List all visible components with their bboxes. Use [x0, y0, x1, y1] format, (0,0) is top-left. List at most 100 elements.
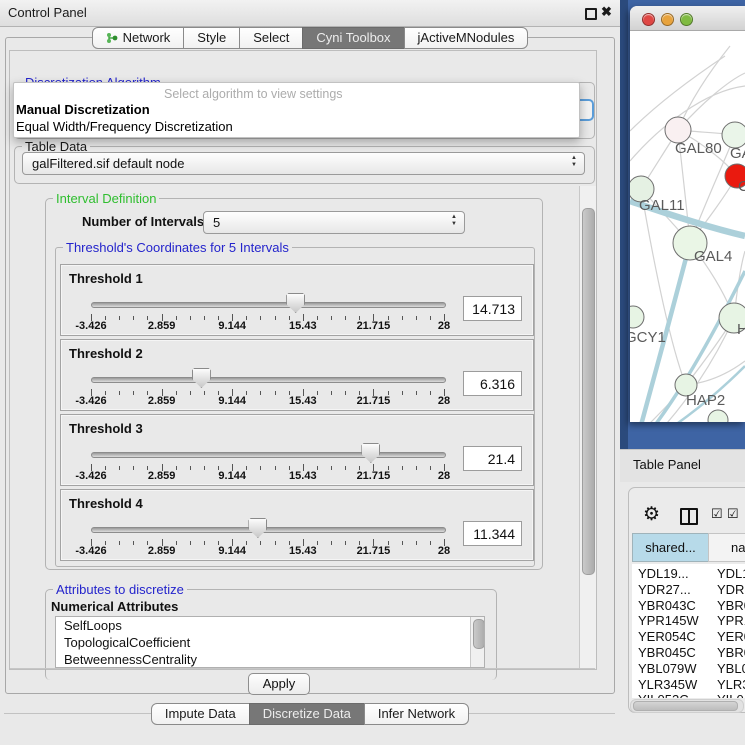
tick-label: 15.43: [289, 470, 317, 482]
separator-line: [10, 668, 595, 669]
threshold-panel-3: Threshold 3-3.4262.8599.14415.4321.71528…: [60, 414, 534, 486]
table-row[interactable]: YER054CYER0: [632, 629, 745, 645]
threshold-value-field[interactable]: 11.344: [463, 521, 522, 546]
apply-button[interactable]: Apply: [248, 673, 310, 695]
slider-track[interactable]: [91, 527, 446, 533]
minimize-traffic-light-icon[interactable]: [661, 13, 674, 26]
attributes-scrollbar-thumb[interactable]: [473, 619, 485, 649]
tab-jactivemnodules[interactable]: jActiveMNodules: [404, 27, 529, 49]
cell-name: YBR0: [717, 598, 745, 613]
slider-tick: [331, 391, 332, 395]
column-header-shared[interactable]: shared...: [632, 533, 709, 562]
node-label: GA: [730, 145, 745, 162]
tab-style[interactable]: Style: [183, 27, 240, 49]
table-panel-title: Table Panel: [633, 457, 701, 472]
list-item[interactable]: BetweennessCentrality: [56, 651, 484, 668]
close-traffic-light-icon[interactable]: [642, 13, 655, 26]
gear-icon[interactable]: ⚙: [643, 503, 660, 526]
threshold-panel-4: Threshold 4-3.4262.8599.14415.4321.71528…: [60, 489, 534, 561]
slider-track[interactable]: [91, 377, 446, 383]
slider-thumb[interactable]: [248, 518, 267, 538]
cell-shared-name: YBL079W: [638, 661, 697, 676]
tick-label: 2.859: [148, 320, 176, 332]
attributes-list-scrollbar[interactable]: [470, 617, 484, 667]
table-horizontal-scrollbar[interactable]: [630, 699, 744, 713]
table-row[interactable]: YBR045CYBR0: [632, 645, 745, 661]
tab-infer-network[interactable]: Infer Network: [364, 703, 469, 725]
slider-tick: [190, 316, 191, 320]
control-panel-titlebar[interactable]: [0, 0, 620, 27]
threshold-value-field[interactable]: 21.4: [463, 446, 522, 471]
threshold-label: Threshold 4: [69, 496, 143, 511]
threshold-value-field[interactable]: 14.713: [463, 296, 522, 321]
table-scrollbar-thumb[interactable]: [633, 701, 738, 711]
cell-name: YLR3: [717, 677, 745, 692]
list-item[interactable]: TopologicalCoefficient: [56, 634, 484, 651]
tab-discretize-data[interactable]: Discretize Data: [249, 703, 365, 725]
network-node[interactable]: [708, 410, 728, 422]
tick-label: 9.144: [218, 545, 246, 557]
slider-tick: [416, 316, 417, 320]
slider-thumb[interactable]: [192, 368, 211, 388]
network-window[interactable]: GAL80GACGAL11GAL4GCY1HHAP2: [630, 6, 745, 422]
table-row[interactable]: YDL19...YDL1: [632, 566, 745, 582]
zoom-traffic-light-icon[interactable]: [680, 13, 693, 26]
tab-cyni-toolbox[interactable]: Cyni Toolbox: [302, 27, 404, 49]
cell-name: YBR0: [717, 645, 745, 660]
slider-tick: [176, 466, 177, 470]
column-split-icon[interactable]: [680, 508, 698, 525]
table-row[interactable]: YDR27...YDR2: [632, 582, 745, 598]
table-row[interactable]: YPR145WYPR1: [632, 613, 745, 629]
slider-track[interactable]: [91, 452, 446, 458]
cell-shared-name: YIL052C: [638, 692, 689, 698]
slider-thumb[interactable]: [361, 443, 380, 463]
column-header-name[interactable]: name: [708, 533, 745, 562]
tab-impute-data[interactable]: Impute Data: [151, 703, 250, 725]
group-title-interval-definition: Interval Definition: [53, 191, 159, 206]
checkbox-icon[interactable]: ☑: [711, 506, 723, 522]
table-row[interactable]: YBL079WYBL0: [632, 661, 745, 677]
menu-item-equal-width-frequency[interactable]: Equal Width/Frequency Discretization: [16, 119, 233, 134]
slider-tick: [416, 541, 417, 545]
numerical-attributes-label: Numerical Attributes: [51, 599, 178, 614]
tick-label: 15.43: [289, 395, 317, 407]
main-scrollbar[interactable]: [579, 186, 596, 668]
threshold-label: Threshold 2: [69, 346, 143, 361]
network-window-titlebar[interactable]: [630, 6, 745, 31]
tick-label: 21.715: [357, 320, 391, 332]
network-node[interactable]: [630, 306, 644, 328]
tab-network[interactable]: Network: [92, 27, 185, 49]
tab-label: jActiveMNodules: [418, 28, 515, 48]
slider-tick: [246, 541, 247, 545]
main-scrollbar-thumb[interactable]: [582, 208, 595, 575]
cell-name: YIL0: [717, 692, 744, 698]
menu-item-manual-discretization[interactable]: Manual Discretization: [16, 102, 150, 117]
tick-label: 15.43: [289, 320, 317, 332]
number-of-intervals-spinner[interactable]: 5 ▲▼: [203, 211, 465, 234]
slider-thumb[interactable]: [286, 293, 305, 313]
list-item[interactable]: SelfLoops: [56, 617, 484, 634]
network-canvas[interactable]: GAL80GACGAL11GAL4GCY1HHAP2: [630, 31, 745, 422]
node-label: GAL11: [639, 197, 685, 214]
threshold-value-field[interactable]: 6.316: [463, 371, 522, 396]
checkbox-icon[interactable]: ☑: [727, 506, 739, 522]
slider-tick: [260, 466, 261, 470]
table-data-combobox[interactable]: galFiltered.sif default node ▲▼: [22, 152, 585, 175]
slider-tick: [275, 391, 276, 395]
tick-label: 15.43: [289, 545, 317, 557]
slider-tick: [275, 466, 276, 470]
tab-select[interactable]: Select: [239, 27, 303, 49]
group-title-attributes: Attributes to discretize: [53, 582, 187, 597]
table-row[interactable]: YLR345WYLR3: [632, 677, 745, 693]
tick-label: 9.144: [218, 320, 246, 332]
close-icon[interactable]: ✖: [601, 4, 612, 20]
slider-tick: [402, 391, 403, 395]
numerical-attributes-list[interactable]: SelfLoopsTopologicalCoefficientBetweenne…: [55, 616, 485, 668]
table-row[interactable]: YIL052C YIL0: [632, 692, 745, 698]
tick-label: 28: [438, 395, 450, 407]
table-row[interactable]: YBR043CYBR0: [632, 598, 745, 614]
float-icon[interactable]: [585, 8, 597, 20]
slider-tick: [119, 466, 120, 470]
slider-track[interactable]: [91, 302, 446, 308]
slider-tick: [133, 541, 134, 545]
